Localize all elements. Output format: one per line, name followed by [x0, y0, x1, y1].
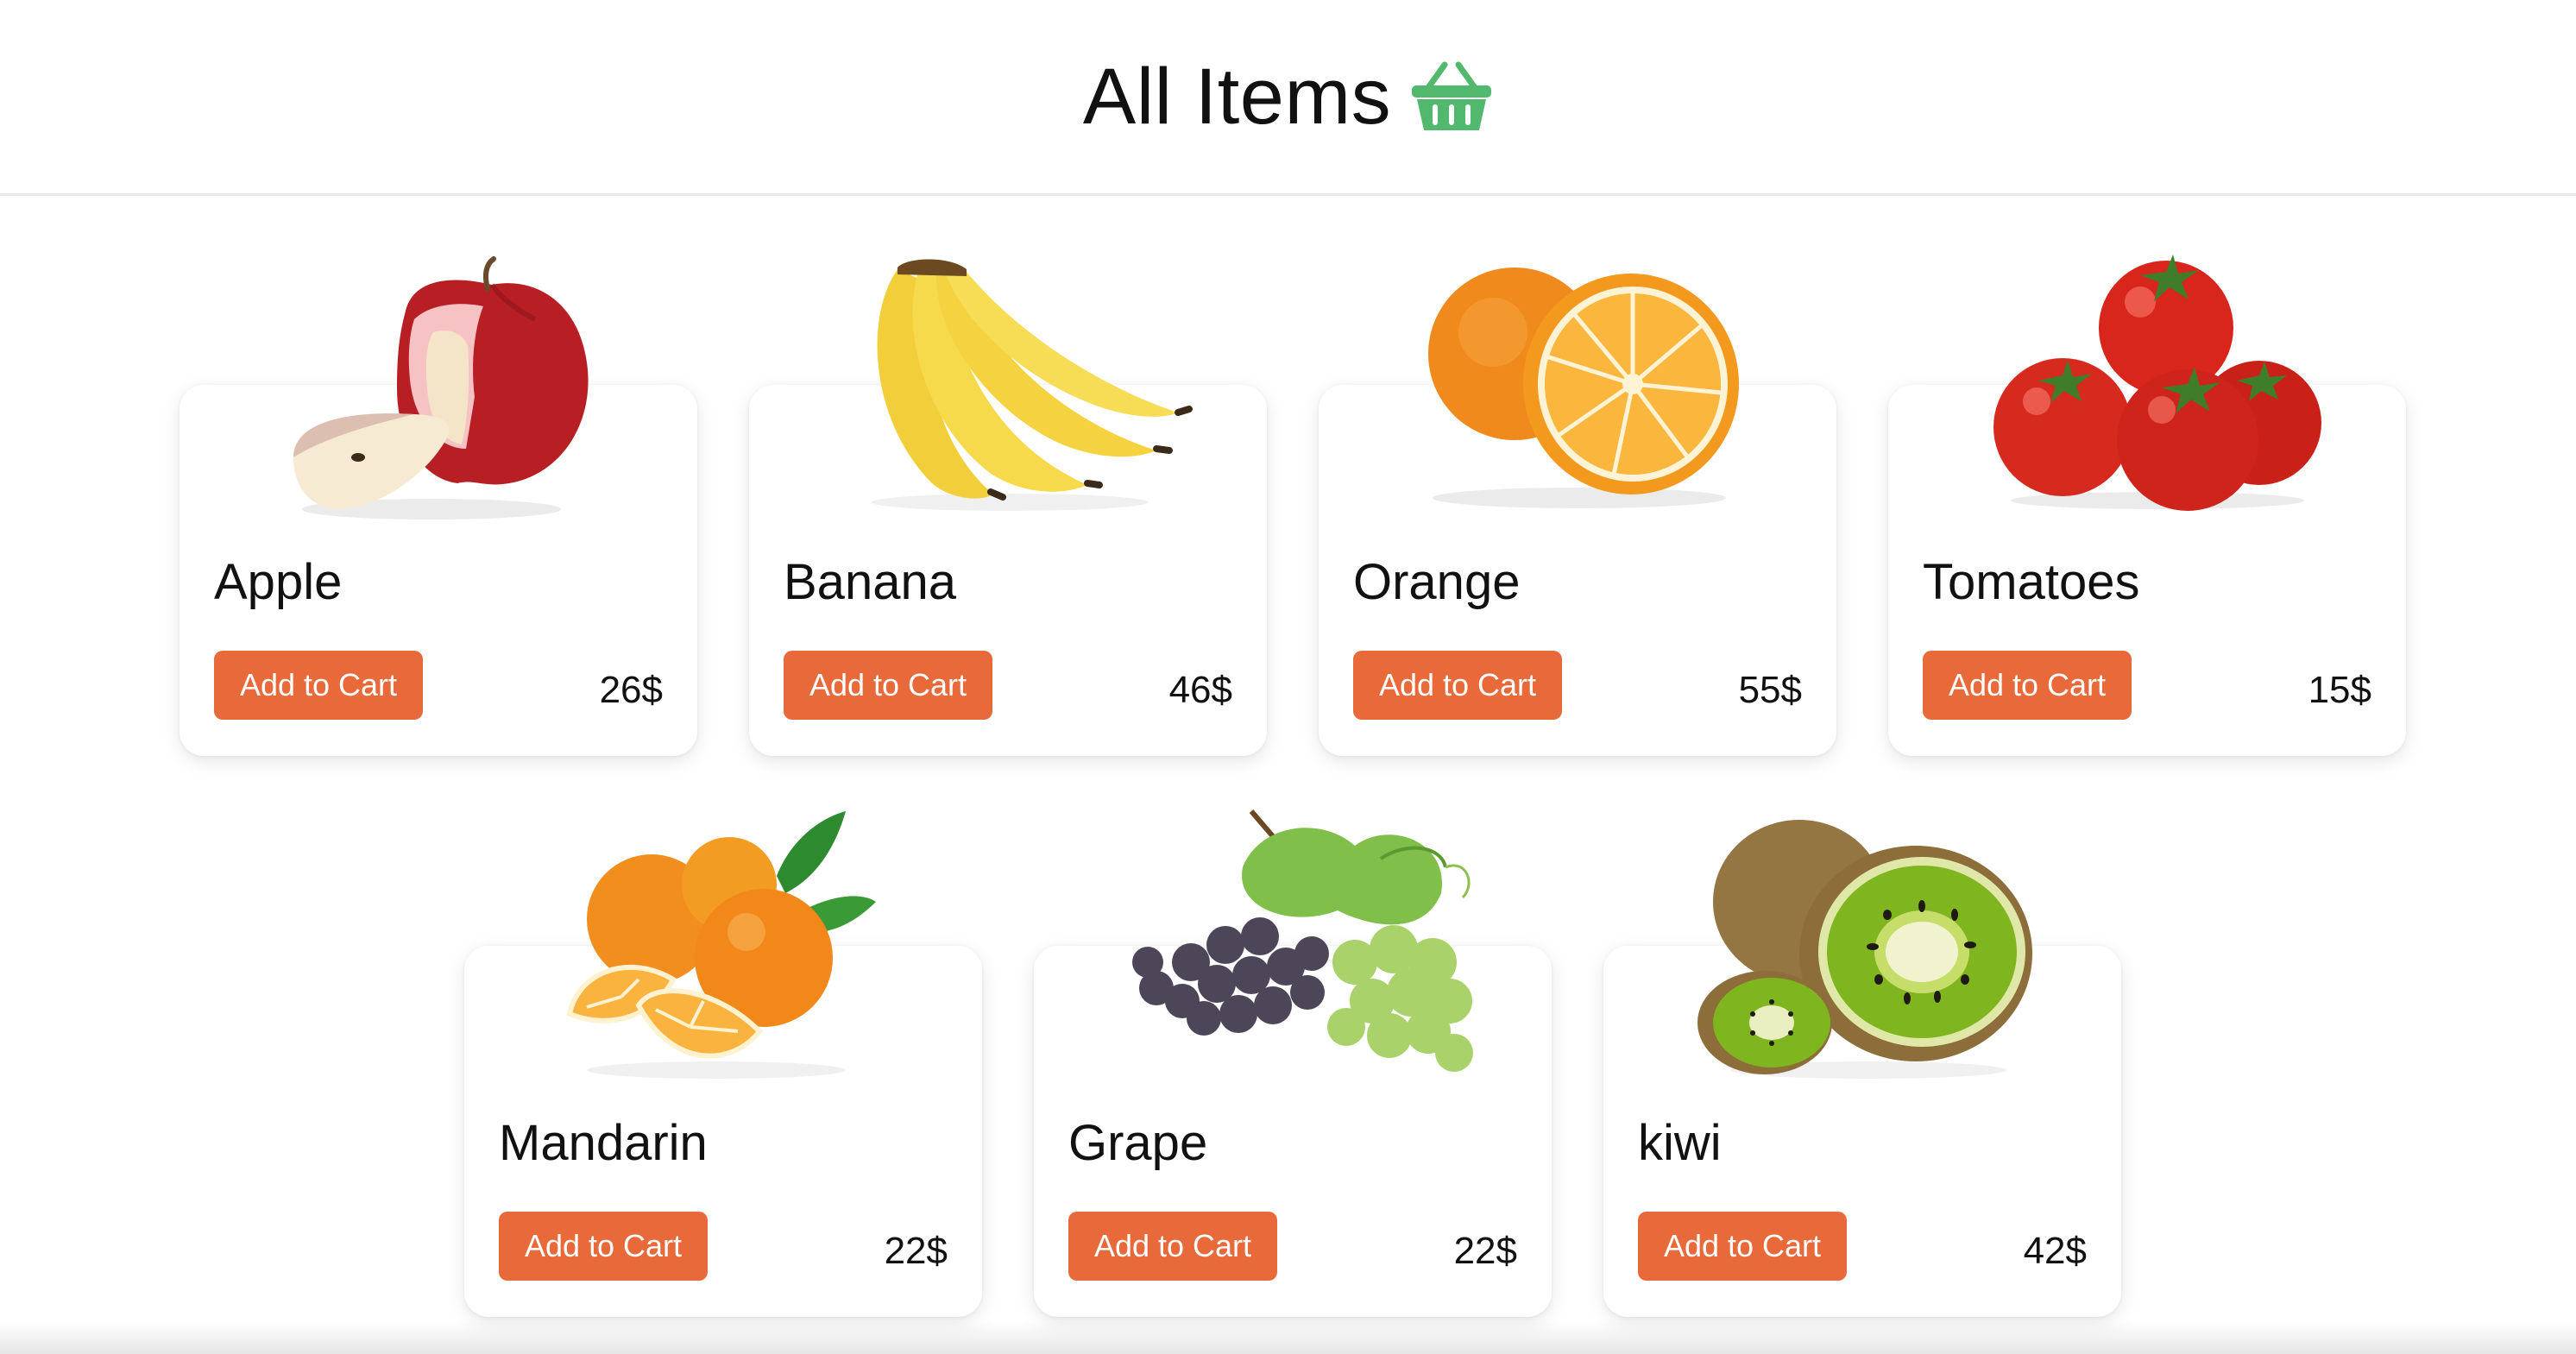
add-to-cart-button[interactable]: Add to Cart	[784, 651, 992, 720]
add-to-cart-button[interactable]: Add to Cart	[499, 1212, 708, 1281]
product-name: Grape	[1068, 1115, 1208, 1171]
product-price: 46$	[1168, 669, 1232, 711]
add-to-cart-button[interactable]: Add to Cart	[1638, 1212, 1847, 1281]
product-name: Apple	[214, 554, 343, 610]
page-title: All Items	[1082, 52, 1392, 141]
product-price: 42$	[2023, 1230, 2087, 1272]
bottom-shadow	[0, 1320, 2576, 1354]
add-to-cart-button[interactable]: Add to Cart	[214, 651, 423, 720]
basket-icon	[1412, 61, 1492, 130]
kiwi-image	[1697, 820, 2032, 1079]
product-price: 26$	[599, 669, 663, 711]
banana-image	[872, 259, 1193, 511]
product-price: 55$	[1738, 669, 1802, 711]
product-price: 22$	[884, 1230, 948, 1272]
orange-image	[1428, 268, 1739, 508]
product-price: 22$	[1453, 1230, 1517, 1272]
product-name: kiwi	[1638, 1115, 1722, 1171]
tomatoes-image	[1993, 255, 2321, 511]
product-name: Orange	[1353, 554, 1521, 610]
product-price: 15$	[2308, 669, 2371, 711]
mandarin-image	[566, 811, 876, 1079]
add-to-cart-button[interactable]: Add to Cart	[1068, 1212, 1277, 1281]
apple-image	[293, 256, 589, 520]
product-name: Mandarin	[499, 1115, 708, 1171]
add-to-cart-button[interactable]: Add to Cart	[1923, 651, 2132, 720]
page-header: All Items	[0, 0, 2576, 196]
product-name: Banana	[784, 554, 956, 610]
grape-image	[1132, 809, 1473, 1072]
add-to-cart-button[interactable]: Add to Cart	[1353, 651, 1562, 720]
page: All Items Apple Add to Cart 26$ Banana A…	[0, 0, 2576, 1354]
product-name: Tomatoes	[1923, 554, 2140, 610]
